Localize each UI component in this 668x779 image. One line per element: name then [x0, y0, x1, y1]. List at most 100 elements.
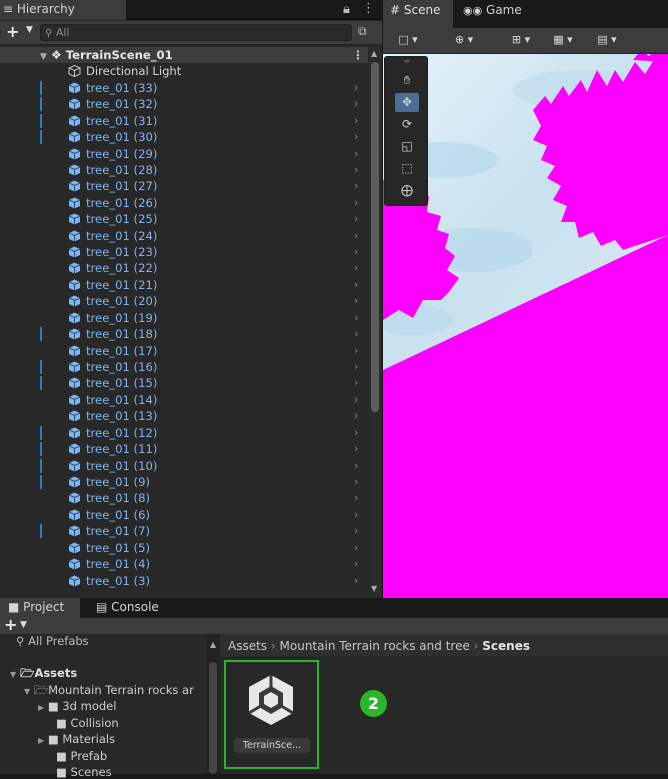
chevron-right-icon[interactable]: ›: [354, 228, 358, 244]
breadcrumb-scenes[interactable]: Scenes: [482, 639, 530, 653]
chevron-right-icon[interactable]: ›: [354, 556, 358, 572]
hierarchy-item[interactable]: tree_01 (16) ›: [0, 359, 368, 375]
project-tree-scroll-thumb[interactable]: [209, 662, 217, 774]
hierarchy-item[interactable]: tree_01 (15) ›: [0, 375, 368, 391]
transform-tool-icon[interactable]: ⨁: [395, 181, 419, 200]
chevron-right-icon[interactable]: ›: [354, 359, 358, 375]
lock-icon[interactable]: 🔒︎: [343, 2, 350, 17]
move-tool-icon[interactable]: ✥: [395, 93, 419, 112]
scene-row[interactable]: ▼ ❖ TerrainScene_01 ⋮: [0, 47, 368, 64]
chevron-down-icon[interactable]: ▼: [20, 620, 27, 630]
hierarchy-item[interactable]: tree_01 (20) ›: [0, 293, 368, 309]
hierarchy-item[interactable]: tree_01 (25) ›: [0, 211, 368, 227]
snap-settings-button[interactable]: ▦ ▾: [544, 31, 582, 49]
hierarchy-item[interactable]: tree_01 (14) ›: [0, 392, 368, 408]
chevron-right-icon[interactable]: ›: [354, 474, 358, 490]
grid-snap-button[interactable]: ⊞ ▾: [502, 31, 540, 49]
add-object-button[interactable]: +: [6, 22, 19, 41]
tree-item-collision[interactable]: ■ Collision: [56, 716, 119, 730]
chevron-right-icon[interactable]: ›: [354, 490, 358, 506]
hierarchy-item[interactable]: tree_01 (9) ›: [0, 474, 368, 490]
hierarchy-item[interactable]: tree_01 (12) ›: [0, 425, 368, 441]
hierarchy-scroll-thumb[interactable]: [371, 62, 379, 412]
hierarchy-item[interactable]: tree_01 (21) ›: [0, 277, 368, 293]
hierarchy-item[interactable]: tree_01 (13) ›: [0, 408, 368, 424]
hierarchy-item[interactable]: tree_01 (7) ›: [0, 523, 368, 539]
chevron-right-icon[interactable]: ›: [354, 343, 358, 359]
scene-visibility-icon[interactable]: ⧉: [358, 24, 374, 40]
rect-tool-icon[interactable]: ⬚: [395, 159, 419, 178]
hierarchy-item[interactable]: tree_01 (11) ›: [0, 441, 368, 457]
chevron-right-icon[interactable]: ›: [354, 260, 358, 276]
chevron-right-icon[interactable]: ›: [354, 277, 358, 293]
chevron-right-icon[interactable]: ›: [354, 375, 358, 391]
hierarchy-item[interactable]: tree_01 (17) ›: [0, 343, 368, 359]
hierarchy-item[interactable]: tree_01 (27) ›: [0, 178, 368, 194]
chevron-right-icon[interactable]: ›: [354, 523, 358, 539]
chevron-right-icon[interactable]: ›: [354, 293, 358, 309]
chevron-right-icon[interactable]: ›: [354, 458, 358, 474]
tree-item-prefab[interactable]: ■ Prefab: [56, 749, 107, 763]
chevron-down-icon[interactable]: ▼: [26, 25, 33, 35]
chevron-right-icon[interactable]: ›: [354, 540, 358, 556]
hierarchy-item[interactable]: Directional Light: [0, 63, 368, 79]
globe-icon[interactable]: ⊕ ▾: [444, 31, 484, 49]
hierarchy-item[interactable]: tree_01 (10) ›: [0, 458, 368, 474]
chevron-right-icon[interactable]: ›: [354, 96, 358, 112]
chevron-right-icon[interactable]: ›: [354, 211, 358, 227]
rotate-tool-icon[interactable]: ⟳: [395, 115, 419, 134]
draw-mode-button[interactable]: □ ▾: [388, 31, 428, 49]
scroll-up-icon[interactable]: ▲: [210, 640, 216, 649]
hierarchy-item[interactable]: tree_01 (8) ›: [0, 490, 368, 506]
hierarchy-item[interactable]: tree_01 (5) ›: [0, 540, 368, 556]
hierarchy-item[interactable]: tree_01 (3) ›: [0, 573, 368, 589]
hierarchy-item[interactable]: tree_01 (4) ›: [0, 556, 368, 572]
scroll-up-icon[interactable]: ▲: [371, 49, 377, 58]
hierarchy-item[interactable]: tree_01 (32) ›: [0, 96, 368, 112]
chevron-right-icon[interactable]: ›: [354, 392, 358, 408]
chevron-right-icon[interactable]: ›: [354, 425, 358, 441]
gizmo-toggle-button[interactable]: ▤ ▾: [588, 31, 626, 49]
hierarchy-item[interactable]: tree_01 (24) ›: [0, 228, 368, 244]
chevron-right-icon[interactable]: ›: [354, 195, 358, 211]
chevron-right-icon[interactable]: ›: [354, 146, 358, 162]
hierarchy-item[interactable]: tree_01 (19) ›: [0, 310, 368, 326]
tab-game[interactable]: ◉◉ Game: [455, 0, 522, 28]
scale-tool-icon[interactable]: ◱: [395, 137, 419, 156]
chevron-right-icon[interactable]: ›: [354, 326, 358, 342]
tab-scene[interactable]: # Scene: [383, 0, 453, 28]
hierarchy-item[interactable]: tree_01 (28) ›: [0, 162, 368, 178]
hierarchy-item[interactable]: tree_01 (26) ›: [0, 195, 368, 211]
hierarchy-item[interactable]: tree_01 (29) ›: [0, 146, 368, 162]
hierarchy-item[interactable]: tree_01 (33) ›: [0, 80, 368, 96]
hierarchy-item[interactable]: tree_01 (22) ›: [0, 260, 368, 276]
chevron-right-icon[interactable]: ›: [354, 244, 358, 260]
hierarchy-search-input[interactable]: ⚲ All: [40, 24, 352, 41]
scroll-down-icon[interactable]: ▼: [371, 584, 377, 593]
breadcrumb-mountain-terrain[interactable]: Mountain Terrain rocks and tree: [280, 639, 470, 653]
chevron-right-icon[interactable]: ›: [354, 573, 358, 589]
all-prefabs-item[interactable]: ⚲ All Prefabs: [16, 634, 89, 648]
hierarchy-item[interactable]: tree_01 (31) ›: [0, 113, 368, 129]
hierarchy-item[interactable]: tree_01 (23) ›: [0, 244, 368, 260]
hierarchy-item[interactable]: tree_01 (18) ›: [0, 326, 368, 342]
chevron-right-icon[interactable]: ›: [354, 162, 358, 178]
chevron-right-icon[interactable]: ›: [354, 80, 358, 96]
create-asset-button[interactable]: +: [4, 615, 17, 634]
drag-handle-icon[interactable]: ═: [395, 58, 419, 66]
chevron-right-icon[interactable]: ›: [354, 129, 358, 145]
more-options-icon[interactable]: ⋮: [362, 1, 375, 16]
breadcrumb-assets[interactable]: Assets: [228, 639, 267, 653]
scene-menu-icon[interactable]: ⋮: [352, 47, 364, 63]
chevron-right-icon[interactable]: ›: [354, 113, 358, 129]
hierarchy-tab[interactable]: ≡ Hierarchy: [0, 0, 126, 20]
tree-item-materials[interactable]: ▶ ■ Materials: [38, 732, 115, 746]
hand-tool-icon[interactable]: ✋︎: [395, 71, 419, 90]
hierarchy-item[interactable]: tree_01 (6) ›: [0, 507, 368, 523]
hierarchy-item[interactable]: tree_01 (30) ›: [0, 129, 368, 145]
chevron-right-icon[interactable]: ›: [354, 441, 358, 457]
expand-arrow-icon[interactable]: ▼: [40, 52, 47, 62]
chevron-right-icon[interactable]: ›: [354, 178, 358, 194]
chevron-right-icon[interactable]: ›: [354, 507, 358, 523]
tab-console[interactable]: ▤ Console: [96, 598, 176, 618]
